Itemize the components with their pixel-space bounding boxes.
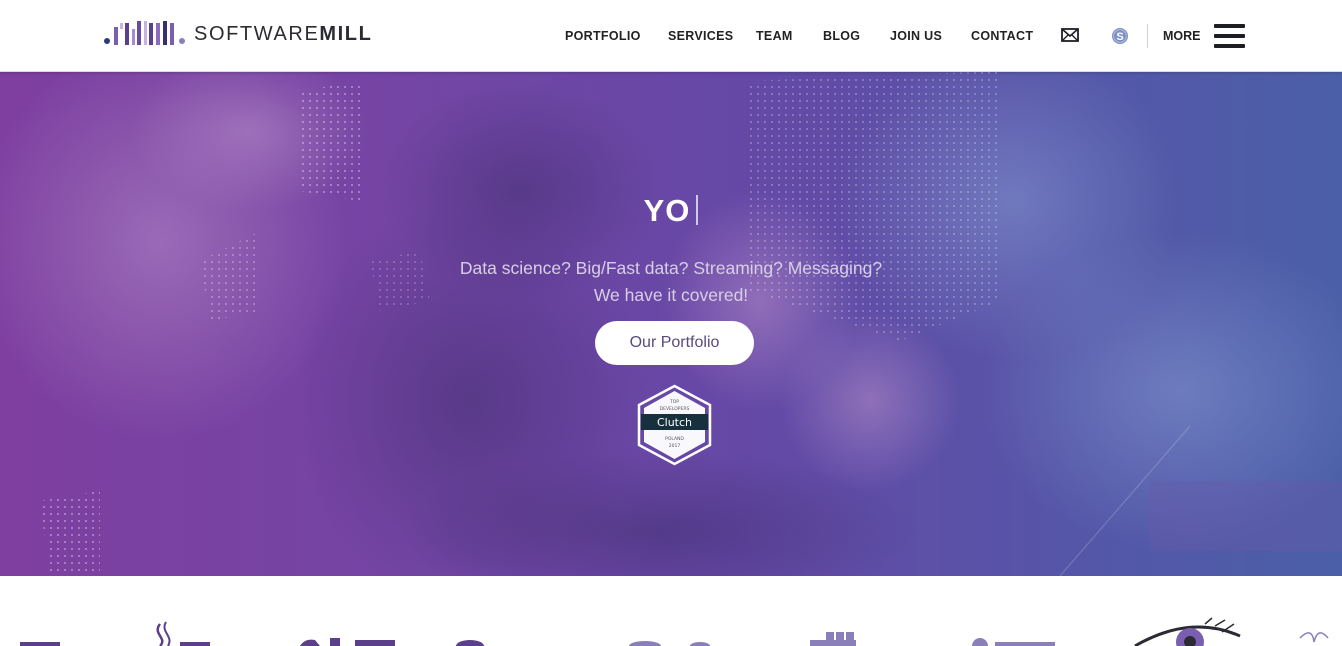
nav-team[interactable]: TEAM [756, 29, 793, 43]
skype-icon[interactable]: S [1111, 27, 1129, 45]
typing-cursor [696, 195, 699, 225]
more-menu-label[interactable]: MORE [1163, 29, 1201, 43]
hero-subtitle-line-1: Data science? Big/Fast data? Streaming? … [459, 258, 883, 278]
tech-logos-strip [0, 576, 1342, 646]
eye-logo-icon [1134, 617, 1241, 646]
badge-country-text: POLAND [665, 436, 684, 442]
ribbon-logo-icon [1299, 632, 1329, 643]
svg-text:S: S [1116, 31, 1123, 43]
badge-developers-text: DEVELOPERS [660, 406, 690, 412]
hamburger-menu-icon[interactable] [1214, 24, 1245, 48]
logo-1-icon [20, 642, 60, 646]
clutch-badge[interactable]: TOP DEVELOPERS Clutch POLAND 2017 [636, 384, 713, 466]
akka-logo-icon [629, 641, 710, 646]
badge-year-text: 2017 [669, 443, 681, 449]
logo-wordmark: SOFTWAREMILL [194, 23, 373, 45]
our-portfolio-button[interactable]: Our Portfolio [595, 321, 754, 365]
nav-portfolio[interactable]: PORTFOLIO [565, 29, 641, 43]
cubes-logo-icon [810, 632, 856, 646]
scala-logo-icon [300, 638, 484, 646]
mail-icon[interactable] [1061, 28, 1079, 42]
hero-subtitle: Data science? Big/Fast data? Streaming? … [0, 255, 1342, 309]
nav-join-us[interactable]: JOIN US [890, 29, 942, 43]
hero-subtitle-line-2: We have it covered! [593, 285, 749, 305]
softwaremill-logo[interactable]: SOFTWAREMILL [104, 19, 372, 49]
nav-divider [1147, 24, 1148, 48]
logo-mark-icon [104, 21, 185, 45]
site-header: SOFTWAREMILL PORTFOLIO SERVICES TEAM BLO… [0, 0, 1342, 72]
nav-services[interactable]: SERVICES [668, 29, 733, 43]
badge-top-text: TOP [669, 399, 679, 405]
badge-clutch-text: Clutch [657, 416, 692, 429]
gear-logo-icon [972, 638, 1055, 646]
nav-contact[interactable]: CONTACT [971, 29, 1033, 43]
hero-section: YO Data science? Big/Fast data? Streamin… [0, 71, 1342, 576]
hero-title: YO [0, 193, 1342, 229]
java-logo-icon [156, 621, 210, 646]
nav-blog[interactable]: BLOG [823, 29, 860, 43]
